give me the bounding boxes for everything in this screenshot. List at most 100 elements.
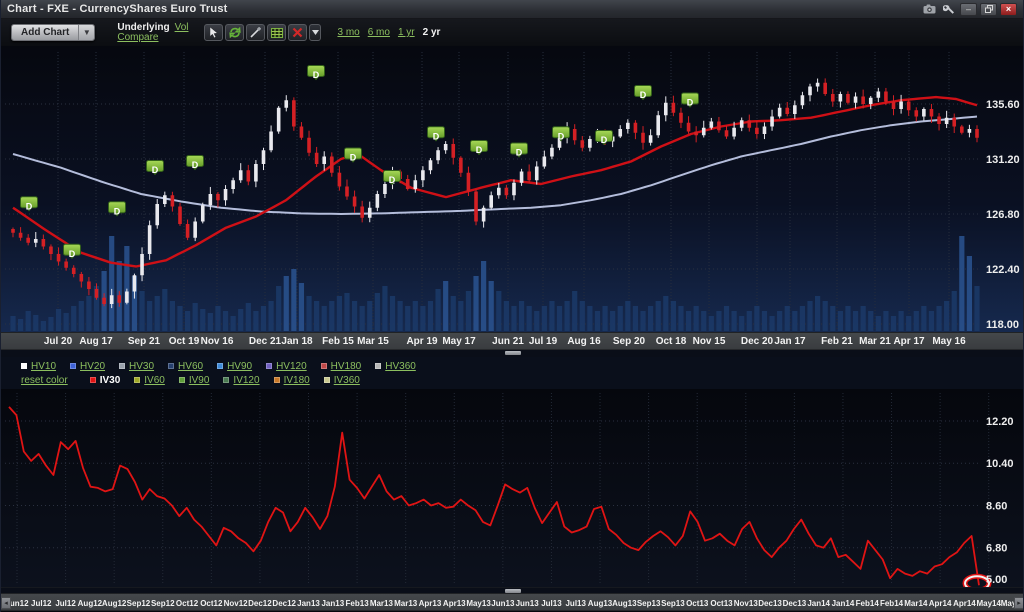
time-axis-label: Dec 21 xyxy=(249,336,281,347)
svg-text:8.60: 8.60 xyxy=(986,500,1007,512)
restore-button[interactable] xyxy=(980,3,997,16)
time-axis-label: May 16 xyxy=(932,336,965,347)
scroll-left-arrow-icon[interactable]: ◂ xyxy=(1,597,11,609)
iv-time-axis-label: Apr14 xyxy=(929,599,952,608)
legend-item-IV180[interactable]: IV180 xyxy=(274,375,310,386)
time-axis-label: Jun 21 xyxy=(492,336,524,347)
time-axis-label: Feb 15 xyxy=(322,336,354,347)
legend-label: IV60 xyxy=(144,375,165,386)
iv-time-axis-label: Sep13 xyxy=(661,599,685,608)
svg-text:10.40: 10.40 xyxy=(986,458,1014,470)
legend-label: IV120 xyxy=(233,375,259,386)
legend-label: HV20 xyxy=(80,361,105,372)
legend-label: IV90 xyxy=(189,375,210,386)
legend-item-HV10[interactable]: HV10 xyxy=(21,361,56,372)
iv-time-axis-label: Feb14 xyxy=(880,599,903,608)
iv-time-axis-label: Oct12 xyxy=(176,599,198,608)
iv-time-axis-label: Dec13 xyxy=(758,599,782,608)
time-axis-label: Nov 15 xyxy=(693,336,726,347)
legend-label: HV90 xyxy=(227,361,252,372)
svg-text:126.80: 126.80 xyxy=(986,209,1020,221)
iv-time-axis-label: Jun13 xyxy=(516,599,539,608)
legend-swatch-icon xyxy=(375,363,381,369)
legend-swatch-icon xyxy=(70,363,76,369)
legend-swatch-icon xyxy=(321,363,327,369)
price-chart-pane[interactable]: DDDDDDDDDDDDDDD135.60131.20126.80122.401… xyxy=(1,46,1023,332)
legend-swatch-icon xyxy=(324,377,330,383)
iv-time-axis-label: Apr13 xyxy=(443,599,466,608)
chart-grid-tool-icon[interactable] xyxy=(267,24,286,41)
range-2yr[interactable]: 2 yr xyxy=(423,27,441,38)
time-axis-label: Aug 17 xyxy=(79,336,112,347)
legend-item-IV90[interactable]: IV90 xyxy=(179,375,210,386)
scroll-right-arrow-icon[interactable]: ▸ xyxy=(1014,597,1024,609)
wrench-icon[interactable] xyxy=(941,3,957,16)
legend-item-HV60[interactable]: HV60 xyxy=(168,361,203,372)
time-axis-label: Apr 17 xyxy=(893,336,924,347)
range-6mo[interactable]: 6 mo xyxy=(368,27,390,38)
splitter-grip-icon[interactable] xyxy=(505,351,521,355)
cursor-tool-icon[interactable] xyxy=(204,24,223,41)
iv-chart-time-axis[interactable]: Jun12Jul12Jul12Aug12Aug12Sep12Sep12Oct12… xyxy=(1,593,1023,611)
time-axis-label: Oct 19 xyxy=(169,336,200,347)
iv-legend-row: reset color IV30 IV60 IV90 IV120 IV180 IV360 xyxy=(21,373,1023,387)
legend-item-HV30[interactable]: HV30 xyxy=(119,361,154,372)
legend-item-IV30[interactable]: IV30 xyxy=(90,375,121,386)
pane-splitter[interactable] xyxy=(1,350,1023,357)
legend-item-HV180[interactable]: HV180 xyxy=(321,361,362,372)
time-axis-label: Jul 20 xyxy=(44,336,72,347)
iv-time-axis-label: Jan14 xyxy=(832,599,855,608)
delete-drawing-tool-icon[interactable] xyxy=(288,24,307,41)
tools-dropdown-icon[interactable] xyxy=(309,24,321,41)
legend-item-IV60[interactable]: IV60 xyxy=(134,375,165,386)
reset-color-link[interactable]: reset color xyxy=(21,375,68,386)
time-axis-label: Jan 17 xyxy=(774,336,805,347)
range-1yr[interactable]: 1 yr xyxy=(398,27,415,38)
range-3mo[interactable]: 3 mo xyxy=(337,27,359,38)
iv-time-axis-label: Oct13 xyxy=(686,599,708,608)
iv-time-axis-label: Aug12 xyxy=(102,599,126,608)
compare-link[interactable]: Compare xyxy=(117,32,158,43)
iv-time-axis-label: May14 xyxy=(976,599,1000,608)
legend-label: HV360 xyxy=(385,361,416,372)
legend-swatch-icon xyxy=(217,363,223,369)
legend-item-HV360[interactable]: HV360 xyxy=(375,361,416,372)
add-chart-dropdown[interactable]: ▼ xyxy=(78,25,94,40)
legend-item-HV120[interactable]: HV120 xyxy=(266,361,307,372)
legend-label: IV180 xyxy=(284,375,310,386)
add-chart-label: Add Chart xyxy=(12,25,78,40)
time-axis-label: Jan 18 xyxy=(281,336,312,347)
legend-item-HV90[interactable]: HV90 xyxy=(217,361,252,372)
legend-swatch-icon xyxy=(119,363,125,369)
refresh-tool-icon[interactable] xyxy=(225,24,244,41)
title-bar[interactable]: Chart - FXE - CurrencyShares Euro Trust … xyxy=(1,0,1023,19)
price-chart[interactable]: DDDDDDDDDDDDDDD135.60131.20126.80122.401… xyxy=(1,46,1024,332)
close-button[interactable]: × xyxy=(1000,3,1017,16)
svg-text:D: D xyxy=(601,135,608,145)
legend-item-IV360[interactable]: IV360 xyxy=(324,375,360,386)
chart-window: Chart - FXE - CurrencyShares Euro Trust … xyxy=(0,0,1024,612)
legend-swatch-icon xyxy=(266,363,272,369)
iv-time-axis-label: Mar14 xyxy=(904,599,927,608)
iv-time-axis-label: Dec13 xyxy=(783,599,807,608)
draw-line-tool-icon[interactable] xyxy=(246,24,265,41)
svg-text:D: D xyxy=(114,206,121,216)
time-axis-label: Sep 21 xyxy=(128,336,160,347)
window-title: Chart - FXE - CurrencyShares Euro Trust xyxy=(7,3,228,15)
svg-text:D: D xyxy=(69,249,76,259)
legend-label: HV120 xyxy=(276,361,307,372)
minimize-button[interactable]: – xyxy=(960,3,977,16)
svg-text:5.00: 5.00 xyxy=(986,574,1007,586)
legend-item-HV20[interactable]: HV20 xyxy=(70,361,105,372)
iv-time-axis-label: Aug13 xyxy=(612,599,636,608)
iv-chart[interactable]: 12.2010.408.606.805.00 xyxy=(1,389,1024,587)
vol-link[interactable]: Vol xyxy=(175,22,189,33)
camera-icon[interactable] xyxy=(921,3,937,16)
legend-label: IV360 xyxy=(334,375,360,386)
svg-text:6.80: 6.80 xyxy=(986,543,1007,555)
underlying-block: UnderlyingVol Compare xyxy=(117,23,188,43)
add-chart-button[interactable]: Add Chart ▼ xyxy=(11,24,95,41)
legend-item-IV120[interactable]: IV120 xyxy=(223,375,259,386)
svg-text:D: D xyxy=(640,90,647,100)
price-chart-time-axis[interactable]: Jul 20Aug 17Sep 21Oct 19Nov 16Dec 21Jan … xyxy=(1,332,1023,350)
